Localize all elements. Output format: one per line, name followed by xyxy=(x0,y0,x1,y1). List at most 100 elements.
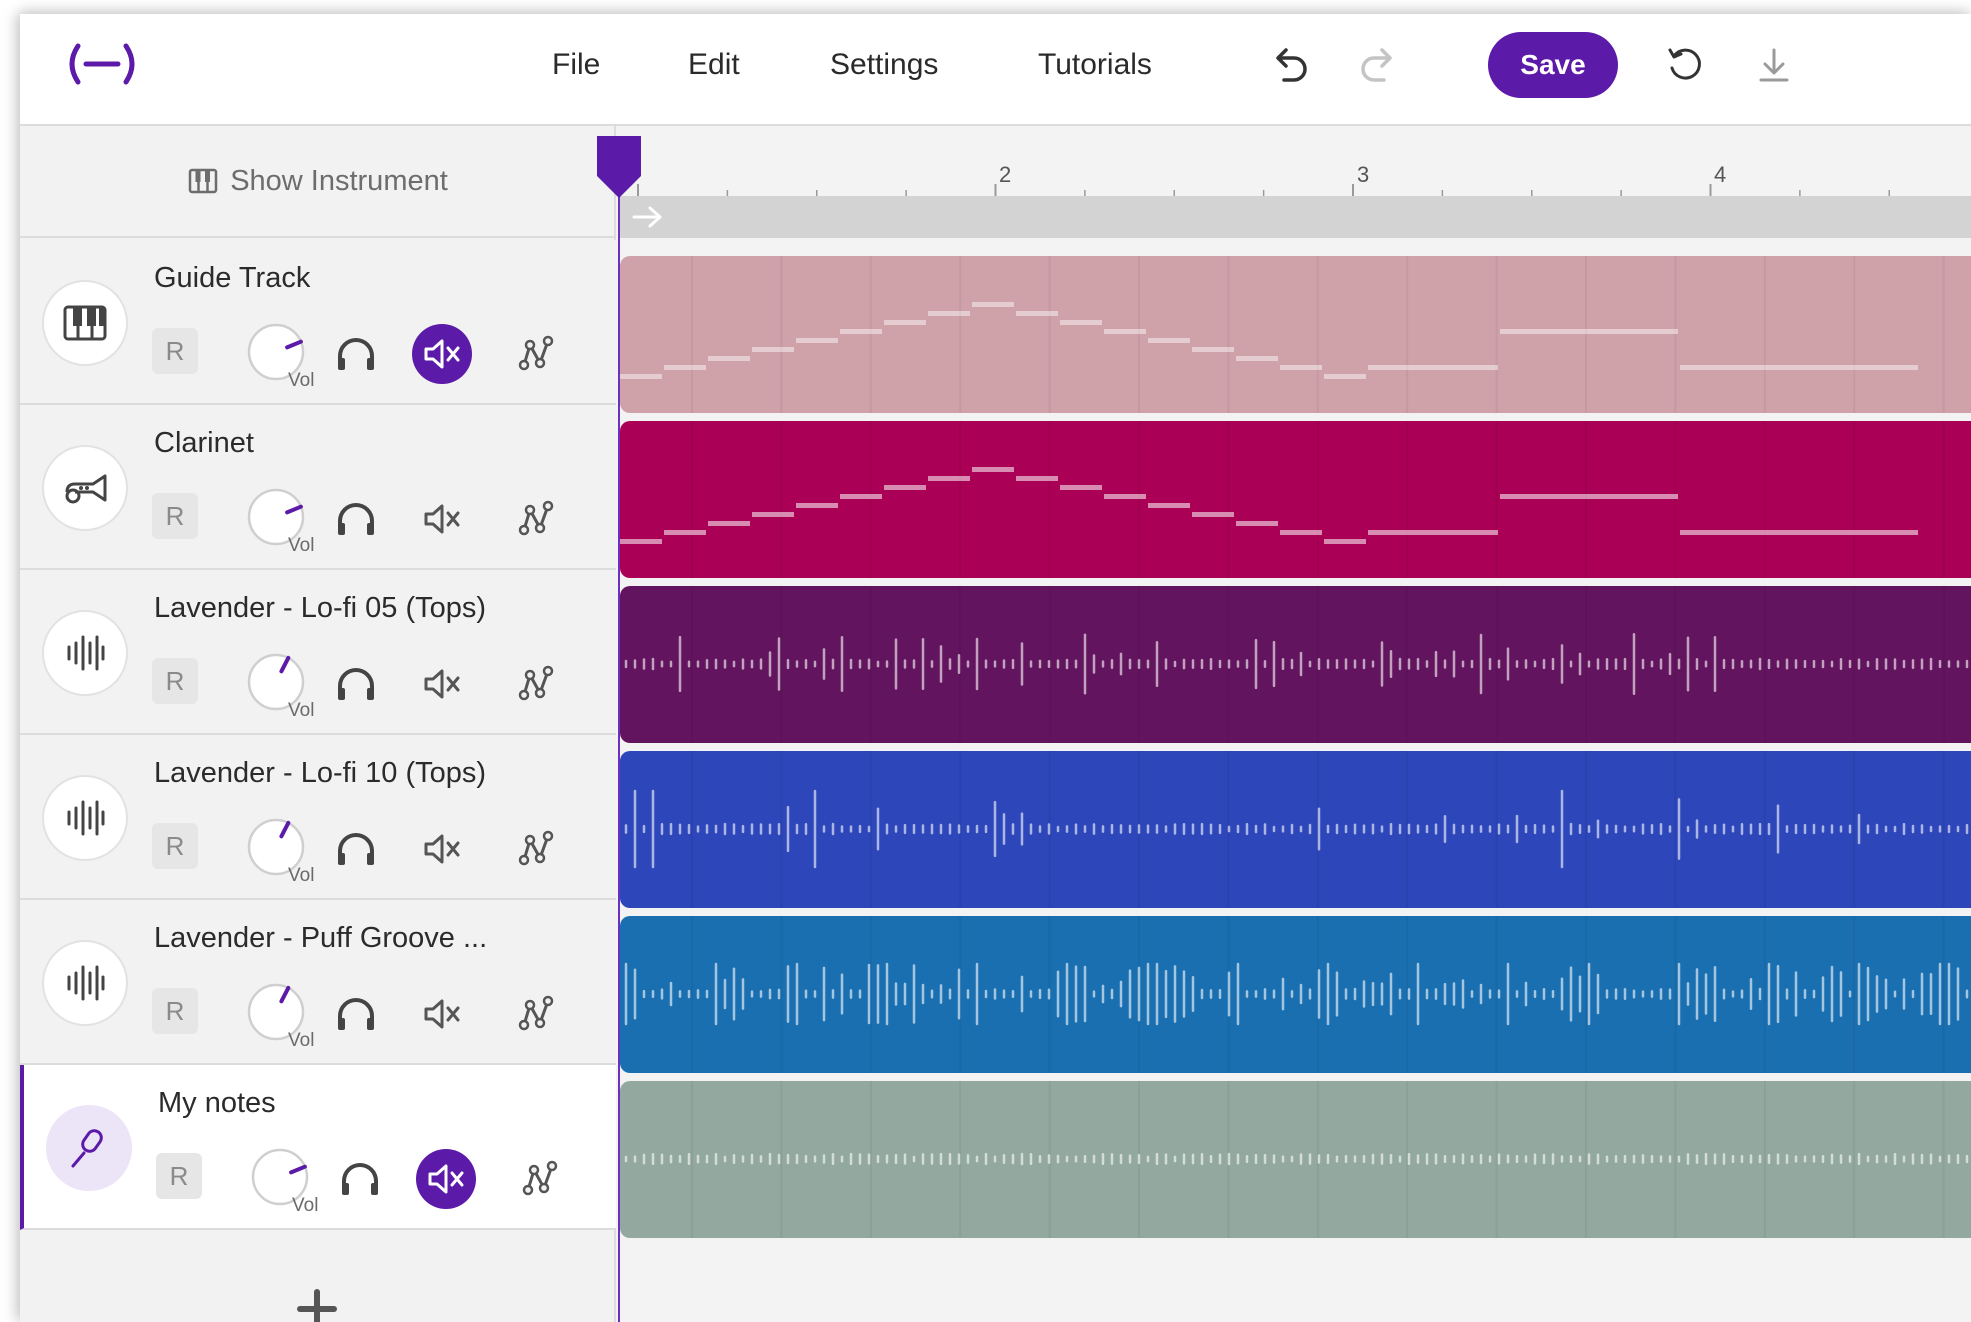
record-arm-button[interactable]: R xyxy=(152,328,198,374)
midi-note[interactable] xyxy=(752,347,794,352)
effects-icon[interactable] xyxy=(506,489,566,549)
midi-note[interactable] xyxy=(1236,521,1278,526)
midi-note[interactable] xyxy=(840,329,882,334)
track-lane[interactable] xyxy=(620,1081,1971,1238)
microphone-icon[interactable] xyxy=(46,1105,132,1191)
midi-note[interactable] xyxy=(884,320,926,325)
headphones-icon[interactable] xyxy=(326,984,386,1044)
midi-note[interactable] xyxy=(1280,530,1322,535)
record-arm-button[interactable]: R xyxy=(156,1153,202,1199)
headphones-icon[interactable] xyxy=(326,819,386,879)
track-name[interactable]: My notes xyxy=(158,1087,276,1120)
effects-icon[interactable] xyxy=(506,984,566,1044)
midi-note[interactable] xyxy=(1104,494,1146,499)
track-name[interactable]: Lavender - Puff Groove ... xyxy=(154,922,487,955)
midi-note[interactable] xyxy=(1368,365,1498,370)
midi-note[interactable] xyxy=(796,503,838,508)
app-logo-icon[interactable] xyxy=(64,42,140,86)
clarinet-icon[interactable] xyxy=(42,445,128,531)
download-icon[interactable] xyxy=(1750,42,1798,90)
track-header[interactable]: Guide Track R Vol xyxy=(20,240,616,405)
waveform-icon[interactable] xyxy=(42,940,128,1026)
midi-note[interactable] xyxy=(1148,503,1190,508)
mute-icon[interactable] xyxy=(416,1149,476,1209)
history-icon[interactable] xyxy=(1662,42,1710,90)
track-lane[interactable] xyxy=(620,586,1971,743)
midi-note[interactable] xyxy=(1368,530,1498,535)
headphones-icon[interactable] xyxy=(326,324,386,384)
effects-icon[interactable] xyxy=(510,1149,570,1209)
mute-icon[interactable] xyxy=(412,819,472,879)
effects-icon[interactable] xyxy=(506,324,566,384)
menu-settings[interactable]: Settings xyxy=(830,48,938,82)
track-header[interactable]: My notes R Vol xyxy=(20,1065,616,1230)
timeline[interactable]: 2 3 4 xyxy=(597,126,1971,1322)
track-name[interactable]: Lavender - Lo-fi 05 (Tops) xyxy=(154,592,486,625)
midi-note[interactable] xyxy=(928,311,970,316)
midi-note[interactable] xyxy=(1192,347,1234,352)
record-arm-button[interactable]: R xyxy=(152,493,198,539)
midi-note[interactable] xyxy=(620,539,662,544)
playhead-handle-icon[interactable] xyxy=(597,136,641,198)
headphones-icon[interactable] xyxy=(326,654,386,714)
headphones-icon[interactable] xyxy=(326,489,386,549)
midi-note[interactable] xyxy=(708,521,750,526)
mute-icon[interactable] xyxy=(412,654,472,714)
piano-keys-icon[interactable] xyxy=(42,280,128,366)
redo-icon[interactable] xyxy=(1354,42,1402,90)
midi-note[interactable] xyxy=(1680,365,1918,370)
midi-note[interactable] xyxy=(1324,539,1366,544)
mute-icon[interactable] xyxy=(412,984,472,1044)
mute-icon[interactable] xyxy=(412,489,472,549)
track-lane[interactable] xyxy=(620,916,1971,1073)
midi-note[interactable] xyxy=(1148,338,1190,343)
loop-region[interactable] xyxy=(618,196,1971,238)
midi-note[interactable] xyxy=(1324,374,1366,379)
midi-note[interactable] xyxy=(1192,512,1234,517)
undo-icon[interactable] xyxy=(1266,42,1314,90)
midi-note[interactable] xyxy=(1500,494,1678,499)
track-header[interactable]: Lavender - Puff Groove ... R Vol xyxy=(20,900,616,1065)
track-name[interactable]: Clarinet xyxy=(154,427,254,460)
track-lane[interactable] xyxy=(620,256,1971,413)
save-button[interactable]: Save xyxy=(1488,32,1618,98)
midi-note[interactable] xyxy=(928,476,970,481)
effects-icon[interactable] xyxy=(506,819,566,879)
midi-note[interactable] xyxy=(972,467,1014,472)
midi-note[interactable] xyxy=(796,338,838,343)
midi-note[interactable] xyxy=(1060,485,1102,490)
midi-note[interactable] xyxy=(1500,329,1678,334)
midi-note[interactable] xyxy=(1280,365,1322,370)
show-instrument-button[interactable]: Show Instrument xyxy=(20,126,616,238)
midi-note[interactable] xyxy=(1104,329,1146,334)
add-track-icon[interactable] xyxy=(292,1284,342,1322)
midi-note[interactable] xyxy=(1016,311,1058,316)
track-header[interactable]: Lavender - Lo-fi 10 (Tops) R Vol xyxy=(20,735,616,900)
mute-icon[interactable] xyxy=(412,324,472,384)
record-arm-button[interactable]: R xyxy=(152,658,198,704)
midi-note[interactable] xyxy=(1680,530,1918,535)
midi-note[interactable] xyxy=(1236,356,1278,361)
menu-file[interactable]: File xyxy=(552,48,600,82)
record-arm-button[interactable]: R xyxy=(152,823,198,869)
track-name[interactable]: Guide Track xyxy=(154,262,310,295)
menu-edit[interactable]: Edit xyxy=(688,48,740,82)
track-lane[interactable] xyxy=(620,421,1971,578)
headphones-icon[interactable] xyxy=(330,1149,390,1209)
midi-note[interactable] xyxy=(840,494,882,499)
waveform-icon[interactable] xyxy=(42,610,128,696)
midi-note[interactable] xyxy=(664,530,706,535)
midi-note[interactable] xyxy=(708,356,750,361)
track-name[interactable]: Lavender - Lo-fi 10 (Tops) xyxy=(154,757,486,790)
track-header[interactable]: Lavender - Lo-fi 05 (Tops) R Vol xyxy=(20,570,616,735)
midi-note[interactable] xyxy=(884,485,926,490)
effects-icon[interactable] xyxy=(506,654,566,714)
waveform-icon[interactable] xyxy=(42,775,128,861)
midi-note[interactable] xyxy=(664,365,706,370)
midi-note[interactable] xyxy=(972,302,1014,307)
midi-note[interactable] xyxy=(752,512,794,517)
track-header[interactable]: Clarinet R Vol xyxy=(20,405,616,570)
playhead[interactable] xyxy=(597,136,641,1322)
midi-note[interactable] xyxy=(1060,320,1102,325)
record-arm-button[interactable]: R xyxy=(152,988,198,1034)
